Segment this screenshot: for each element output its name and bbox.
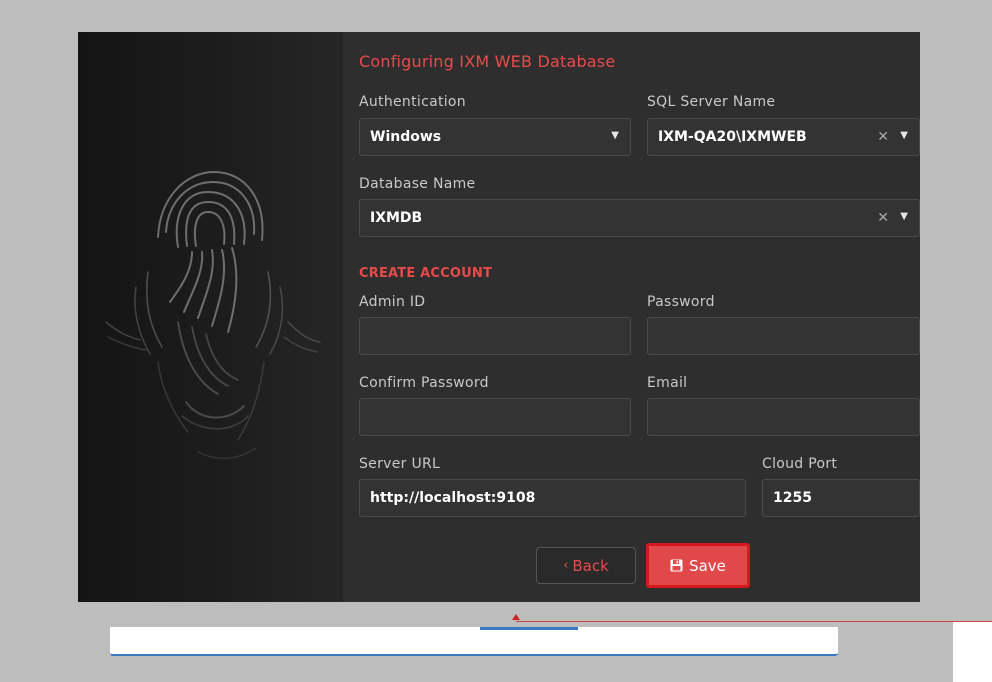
- fingerprint-head-image: [105, 170, 321, 460]
- back-button[interactable]: ‹ Back: [536, 547, 636, 584]
- email-input[interactable]: [647, 398, 920, 436]
- database-name-label: Database Name: [359, 176, 476, 192]
- server-url-label: Server URL: [359, 456, 441, 472]
- annotation-line: [516, 621, 992, 622]
- sql-server-label: SQL Server Name: [647, 94, 776, 110]
- authentication-value: Windows: [370, 129, 442, 145]
- password-label: Password: [647, 294, 715, 310]
- save-button[interactable]: Save: [646, 543, 750, 588]
- save-button-label: Save: [689, 556, 726, 575]
- database-name-select[interactable]: IXMDB ✕ ▼: [359, 199, 920, 237]
- chevron-down-icon[interactable]: ▼: [611, 130, 619, 141]
- back-button-label: Back: [572, 556, 609, 575]
- database-name-value: IXMDB: [370, 210, 423, 226]
- authentication-select[interactable]: Windows ▼: [359, 118, 631, 156]
- authentication-label: Authentication: [359, 94, 466, 110]
- confirm-password-input[interactable]: [359, 398, 631, 436]
- email-label: Email: [647, 375, 688, 391]
- floppy-disk-icon: [670, 559, 683, 572]
- clear-icon[interactable]: ✕: [877, 210, 889, 226]
- chevron-down-icon[interactable]: ▼: [900, 130, 908, 141]
- password-input[interactable]: [647, 317, 920, 355]
- config-form: Configuring IXM WEB Database Authenticat…: [359, 32, 920, 602]
- dialog-title: Configuring IXM WEB Database: [359, 52, 616, 71]
- sql-server-select[interactable]: IXM-QA20\IXMWEB ✕ ▼: [647, 118, 920, 156]
- fingerprint-panel: [78, 32, 343, 602]
- background-panel: [953, 622, 992, 682]
- cloud-port-input[interactable]: [762, 479, 920, 517]
- chevron-left-icon: ‹: [563, 558, 569, 573]
- cloud-port-label: Cloud Port: [762, 456, 838, 472]
- database-config-dialog: Configuring IXM WEB Database Authenticat…: [78, 32, 920, 602]
- background-window: [110, 627, 838, 656]
- admin-id-input[interactable]: [359, 317, 631, 355]
- create-account-heading: CREATE ACCOUNT: [359, 266, 493, 281]
- sql-server-value: IXM-QA20\IXMWEB: [658, 129, 807, 145]
- annotation-arrow-icon: [512, 614, 520, 620]
- background-tab-indicator: [480, 627, 578, 630]
- chevron-down-icon[interactable]: ▼: [900, 211, 908, 222]
- admin-id-label: Admin ID: [359, 294, 426, 310]
- server-url-input[interactable]: [359, 479, 746, 517]
- clear-icon[interactable]: ✕: [877, 129, 889, 145]
- confirm-password-label: Confirm Password: [359, 375, 489, 391]
